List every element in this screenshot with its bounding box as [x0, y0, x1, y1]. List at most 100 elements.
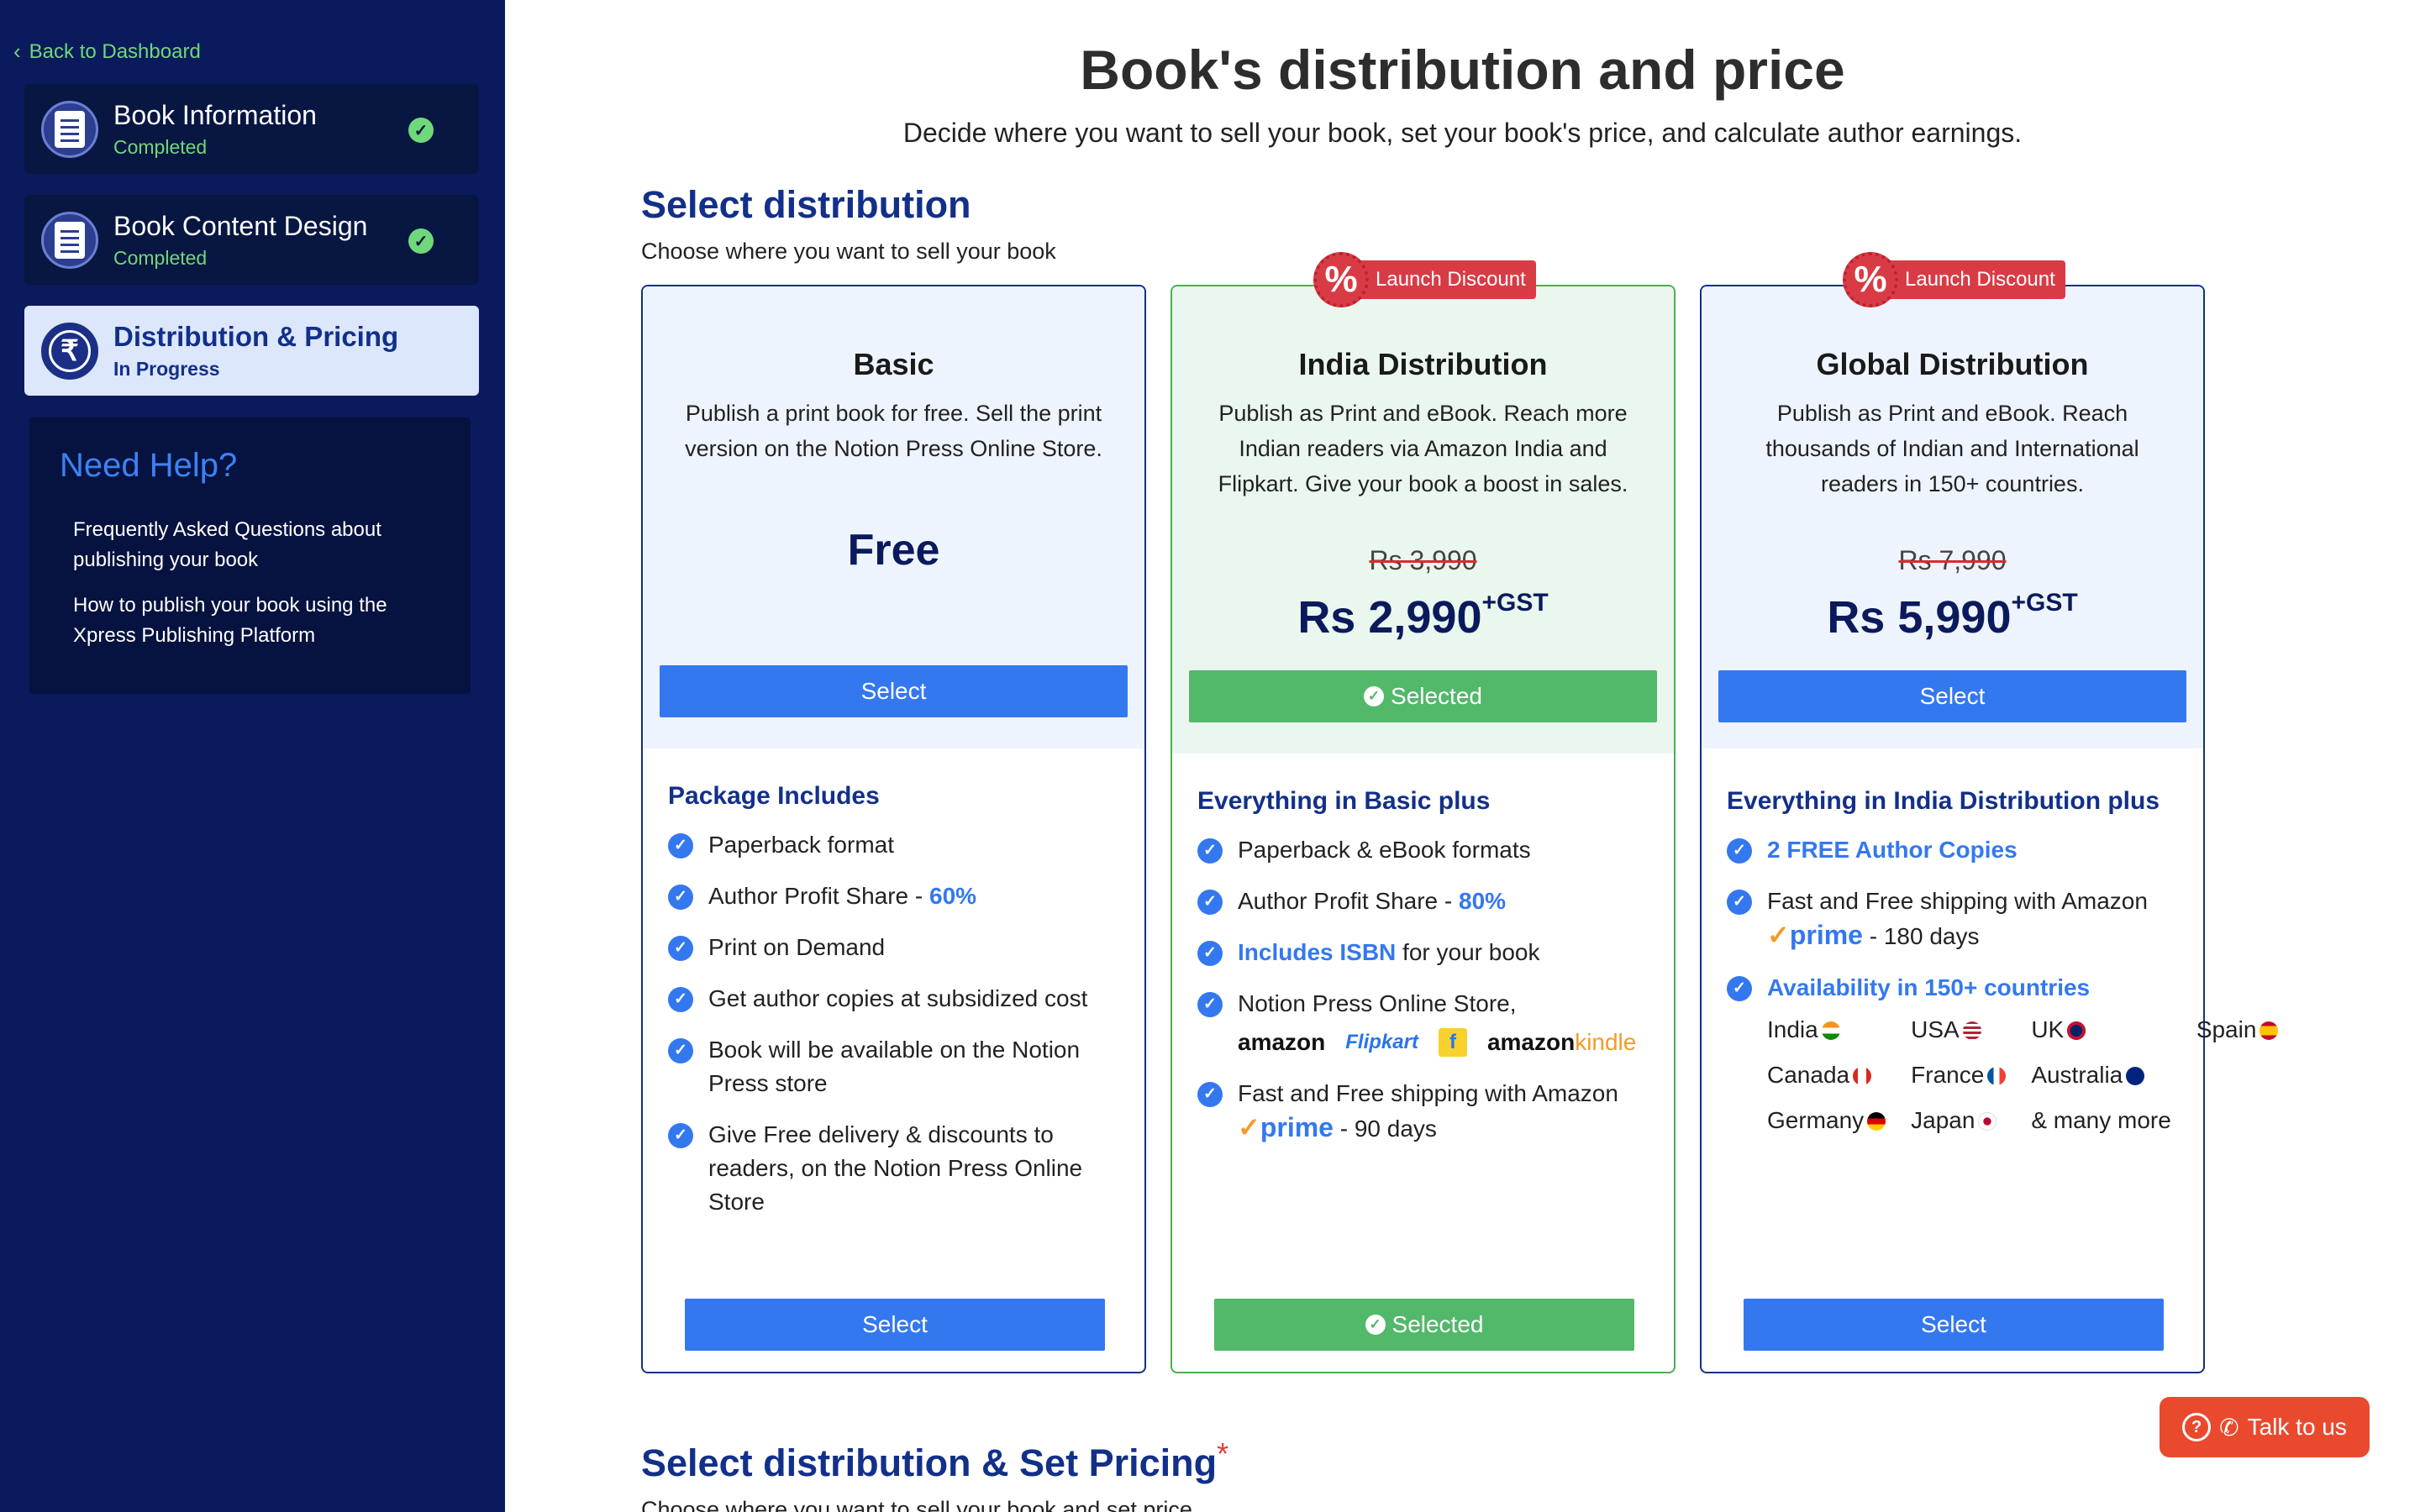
- feature-item: ✓ Print on Demand: [668, 931, 1119, 964]
- plan-old-price: Rs 7,990: [1898, 545, 2007, 575]
- selected-india-button[interactable]: ✓ Selected: [1189, 670, 1657, 722]
- check-circle-icon: ✓: [1197, 838, 1223, 864]
- australia-flag-icon: [2126, 1067, 2145, 1085]
- select-basic-button[interactable]: Select: [660, 665, 1128, 717]
- talk-to-us-label: Talk to us: [2247, 1414, 2347, 1440]
- talk-to-us-button[interactable]: ? ✆ Talk to us: [2160, 1397, 2370, 1457]
- step-book-content-design[interactable]: Book Content Design Completed ✓: [24, 195, 479, 285]
- check-circle-icon: ✓: [1364, 686, 1385, 706]
- feature-item: ✓ Author Profit Share - 80%: [1197, 885, 1649, 918]
- select-global-button[interactable]: Select: [1718, 670, 2186, 722]
- plan-price: Rs 2,990+GST: [1297, 589, 1549, 643]
- check-circle-icon: ✓: [1197, 941, 1223, 966]
- phone-icon: ✆: [2219, 1414, 2239, 1441]
- step-status: In Progress: [113, 358, 220, 380]
- canada-flag-icon: [1853, 1067, 1872, 1085]
- help-link-faq[interactable]: Frequently Asked Questions about publish…: [73, 515, 440, 575]
- country-canada: Canada: [1767, 1058, 1886, 1092]
- step-status: Completed: [113, 246, 208, 269]
- back-to-dashboard-link[interactable]: ‹ Back to Dashboard: [13, 39, 201, 65]
- check-circle-icon: ✓: [668, 936, 693, 961]
- amazon-prime-logo: ✓prime: [1238, 1112, 1334, 1142]
- includes-title: Package Includes: [668, 782, 880, 810]
- plan-name: India Distribution: [1298, 347, 1548, 381]
- usa-flag-icon: [1962, 1021, 1981, 1040]
- chevron-left-icon: ‹: [13, 39, 21, 64]
- main-content: Book's distribution and price Decide whe…: [505, 0, 2420, 1512]
- help-link-guide[interactable]: How to publish your book using the Xpres…: [73, 591, 440, 651]
- check-circle-icon: ✓: [668, 833, 693, 858]
- country-japan: Japan: [1911, 1104, 2006, 1137]
- feature-item: ✓ Fast and Free shipping with Amazon ✓pri…: [1727, 885, 2178, 953]
- launch-discount-badge: % Launch Discount: [1843, 252, 2065, 307]
- help-panel: Need Help? Frequently Asked Questions ab…: [29, 417, 471, 694]
- set-pricing-title: Select distribution & Set Pricing*: [641, 1436, 1229, 1484]
- country-many-more: & many more: [2031, 1107, 2171, 1133]
- feature-list: ✓ Paperback & eBook formats ✓ Author Profi…: [1197, 833, 1649, 1163]
- plan-name: Basic: [853, 347, 934, 381]
- feature-item: ✓ Give Free delivery & discounts to reade…: [668, 1118, 1119, 1219]
- country-spain: Spain: [2196, 1013, 2279, 1047]
- plan-card-global: % Launch Discount Global Distribution Pu…: [1700, 252, 2279, 1373]
- check-circle-icon: ✓: [1197, 992, 1223, 1017]
- check-circle-icon: ✓: [668, 1038, 693, 1063]
- step-distribution-pricing[interactable]: ₹ Distribution & Pricing In Progress: [24, 306, 479, 396]
- check-circle-icon: ✓: [1365, 1315, 1386, 1335]
- check-circle-icon: ✓: [668, 987, 693, 1012]
- help-title: Need Help?: [60, 447, 238, 484]
- step-book-information[interactable]: Book Information Completed ✓: [24, 84, 479, 174]
- help-question-icon: ?: [2182, 1413, 2212, 1441]
- feature-item: ✓ Author Profit Share - 60%: [668, 879, 1119, 913]
- check-circle-icon: ✓: [1197, 890, 1223, 915]
- check-circle-icon: ✓: [1727, 890, 1752, 915]
- sidebar: ‹ Back to Dashboard Book Information Com…: [0, 0, 505, 1512]
- feature-list: ✓ Paperback format ✓ Author Profit Share -…: [668, 828, 1119, 1236]
- page-title: Book's distribution and price: [1080, 39, 1845, 101]
- required-mark: *: [1217, 1436, 1229, 1471]
- flipkart-icon: f: [1438, 1028, 1467, 1057]
- amazon-kindle-logo: amazonkindle: [1486, 1029, 1637, 1055]
- page-subtitle: Decide where you want to sell your book,…: [902, 118, 2023, 148]
- selected-india-bottom-button[interactable]: ✓ Selected: [1214, 1299, 1634, 1351]
- amazon-prime-logo: ✓prime: [1767, 920, 1863, 950]
- country-australia: Australia: [2031, 1058, 2171, 1092]
- feature-item: ✓ Includes ISBN for your book: [1197, 936, 1649, 969]
- launch-discount-badge: % Launch Discount: [1313, 252, 1536, 307]
- plan-description: Publish as Print and eBook. Reach more I…: [1218, 401, 1628, 496]
- step-status: Completed: [113, 135, 208, 158]
- includes-title: Everything in India Distribution plus: [1727, 787, 2160, 815]
- plan-price: Free: [847, 526, 940, 575]
- step-title: Distribution & Pricing: [113, 321, 399, 352]
- feature-item: ✓ Notion Press Online Store, amazon Flipk…: [1197, 987, 1649, 1059]
- feature-item: ✓ Paperback & eBook formats: [1197, 833, 1649, 867]
- badge-label: Launch Discount: [1886, 260, 2065, 299]
- badge-label: Launch Discount: [1357, 260, 1536, 299]
- plan-price: Rs 5,990+GST: [1827, 589, 2078, 643]
- check-circle-icon: ✓: [408, 118, 434, 143]
- plan-description: Publish a print book for free. Sell the …: [685, 401, 1102, 461]
- country-france: France: [1911, 1058, 2007, 1092]
- percent-seal-icon: %: [1313, 252, 1369, 307]
- check-circle-icon: ✓: [668, 885, 693, 910]
- plan-description: Publish as Print and eBook. Reach thousa…: [1765, 401, 2139, 496]
- book-icon: [41, 100, 98, 158]
- feature-item: ✓ Fast and Free shipping with Amazon ✓pri…: [1197, 1077, 1649, 1146]
- country-germany: Germany: [1767, 1104, 1886, 1137]
- select-basic-bottom-button[interactable]: Select: [685, 1299, 1105, 1351]
- feature-item: ✓ Paperback format: [668, 828, 1119, 862]
- check-circle-icon: ✓: [1727, 838, 1752, 864]
- plan-name: Global Distribution: [1816, 347, 2089, 381]
- select-global-bottom-button[interactable]: Select: [1744, 1299, 2164, 1351]
- country-uk: UK: [2031, 1013, 2171, 1047]
- country-usa: USA: [1911, 1013, 2006, 1047]
- france-flag-icon: [1987, 1067, 2007, 1085]
- select-distribution-title: Select distribution: [641, 183, 971, 226]
- feature-item: ✓ Book will be available on the Notion Pr…: [668, 1033, 1119, 1100]
- plan-card-basic: Basic Publish a print book for free. Sel…: [641, 285, 1146, 1373]
- country-list: India USA UK Spain Canada France Austral…: [1767, 1013, 2279, 1137]
- japan-flag-icon: [1978, 1112, 1997, 1131]
- percent-seal-icon: %: [1843, 252, 1898, 307]
- country-india: India: [1767, 1013, 1886, 1047]
- book-design-icon: [41, 211, 98, 269]
- feature-list: ✓ 2 FREE Author Copies ✓ Fast and Free shi…: [1727, 833, 2279, 1155]
